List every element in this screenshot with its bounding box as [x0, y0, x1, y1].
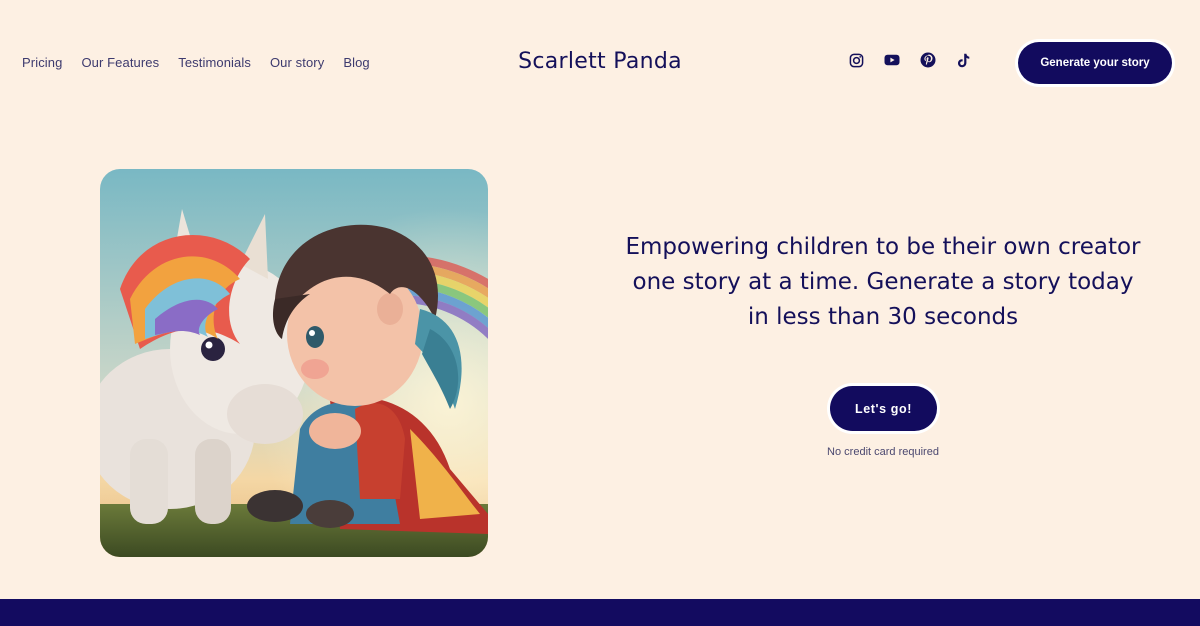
generate-story-button-wrap: Generate your story — [1015, 39, 1175, 87]
nav-item-our-story[interactable]: Our story — [270, 55, 324, 70]
nav-item-blog[interactable]: Blog — [343, 55, 369, 70]
social-links — [848, 52, 972, 68]
top-nav: Pricing Our Features Testimonials Our st… — [22, 55, 370, 70]
nav-item-testimonials[interactable]: Testimonials — [178, 55, 251, 70]
hero-illustration — [100, 169, 488, 557]
pinterest-icon[interactable] — [920, 52, 936, 68]
lets-go-button-wrap: Let's go! — [827, 383, 940, 434]
tiktok-icon[interactable] — [956, 52, 972, 68]
footer-band — [0, 599, 1200, 626]
nav-item-pricing[interactable]: Pricing — [22, 55, 62, 70]
lets-go-button[interactable]: Let's go! — [830, 386, 937, 431]
nav-item-our-features[interactable]: Our Features — [81, 55, 159, 70]
instagram-icon[interactable] — [848, 52, 864, 68]
no-credit-card-note: No credit card required — [827, 446, 939, 458]
youtube-icon[interactable] — [884, 52, 900, 68]
generate-story-button[interactable]: Generate your story — [1018, 42, 1172, 84]
hero-headline: Empowering children to be their own crea… — [625, 234, 1141, 330]
